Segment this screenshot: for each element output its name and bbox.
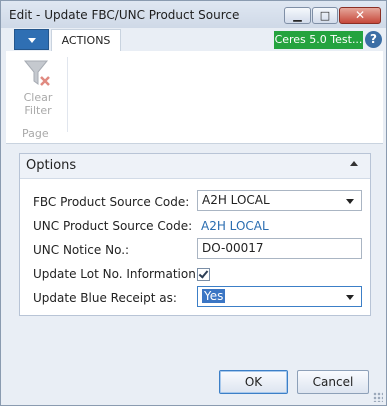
options-title: Options	[26, 158, 77, 173]
chevron-down-icon[interactable]	[346, 199, 354, 204]
dialog-window: Edit - Update FBC/UNC Product Source ▁ □…	[0, 0, 387, 406]
close-button[interactable]: ✕	[339, 7, 381, 24]
app-menu-button[interactable]	[14, 29, 49, 50]
options-panel: Options FBC Product Source Code: A2H LOC…	[19, 153, 371, 316]
clear-filter-label-1: Clear	[23, 91, 53, 104]
options-header[interactable]: Options	[20, 154, 370, 179]
clear-filter-button[interactable]: Clear Filter	[18, 57, 58, 117]
ribbon-panel: Clear Filter Page	[6, 51, 383, 144]
chevron-down-icon[interactable]	[346, 295, 354, 300]
help-icon[interactable]: ?	[365, 31, 382, 48]
company-badge[interactable]: Ceres 5.0 Test...	[274, 31, 363, 49]
fbc-value: A2H LOCAL	[202, 193, 270, 207]
lot-info-checkbox[interactable]	[197, 268, 210, 281]
fbc-product-source-select[interactable]: A2H LOCAL	[197, 190, 362, 211]
lot-label: Update Lot No. Information:	[33, 267, 200, 281]
blue-receipt-label: Update Blue Receipt as:	[33, 291, 177, 305]
unc-label: UNC Product Source Code:	[33, 219, 193, 233]
blue-receipt-value: Yes	[202, 289, 226, 303]
minimize-icon: ▁	[293, 9, 302, 22]
ok-button[interactable]: OK	[219, 370, 288, 394]
notice-label: UNC Notice No.:	[33, 243, 130, 257]
ribbon-tab-bar: ACTIONS Ceres 5.0 Test... ?	[6, 28, 383, 52]
minimize-button[interactable]: ▁	[284, 7, 311, 24]
resize-grip-icon[interactable]	[373, 392, 383, 402]
window-title: Edit - Update FBC/UNC Product Source	[9, 8, 240, 22]
close-icon: ✕	[354, 8, 366, 22]
notice-value: DO-00017	[202, 241, 264, 255]
cancel-button[interactable]: Cancel	[297, 370, 369, 394]
blue-receipt-select[interactable]: Yes	[197, 286, 362, 307]
maximize-icon: □	[319, 9, 331, 22]
funnel-clear-icon	[23, 60, 50, 86]
notice-no-field[interactable]: DO-00017	[197, 238, 362, 259]
fbc-label: FBC Product Source Code:	[33, 195, 190, 209]
ribbon-group-label: Page	[22, 127, 49, 140]
title-bar[interactable]: Edit - Update FBC/UNC Product Source ▁ □…	[1, 1, 386, 28]
collapse-icon[interactable]	[350, 161, 358, 166]
tab-actions[interactable]: ACTIONS	[51, 29, 121, 51]
unc-value-link[interactable]: A2H LOCAL	[201, 219, 269, 233]
maximize-button[interactable]: □	[312, 7, 338, 24]
clear-filter-label-2: Filter	[24, 104, 52, 117]
ribbon-group-divider	[67, 57, 68, 132]
